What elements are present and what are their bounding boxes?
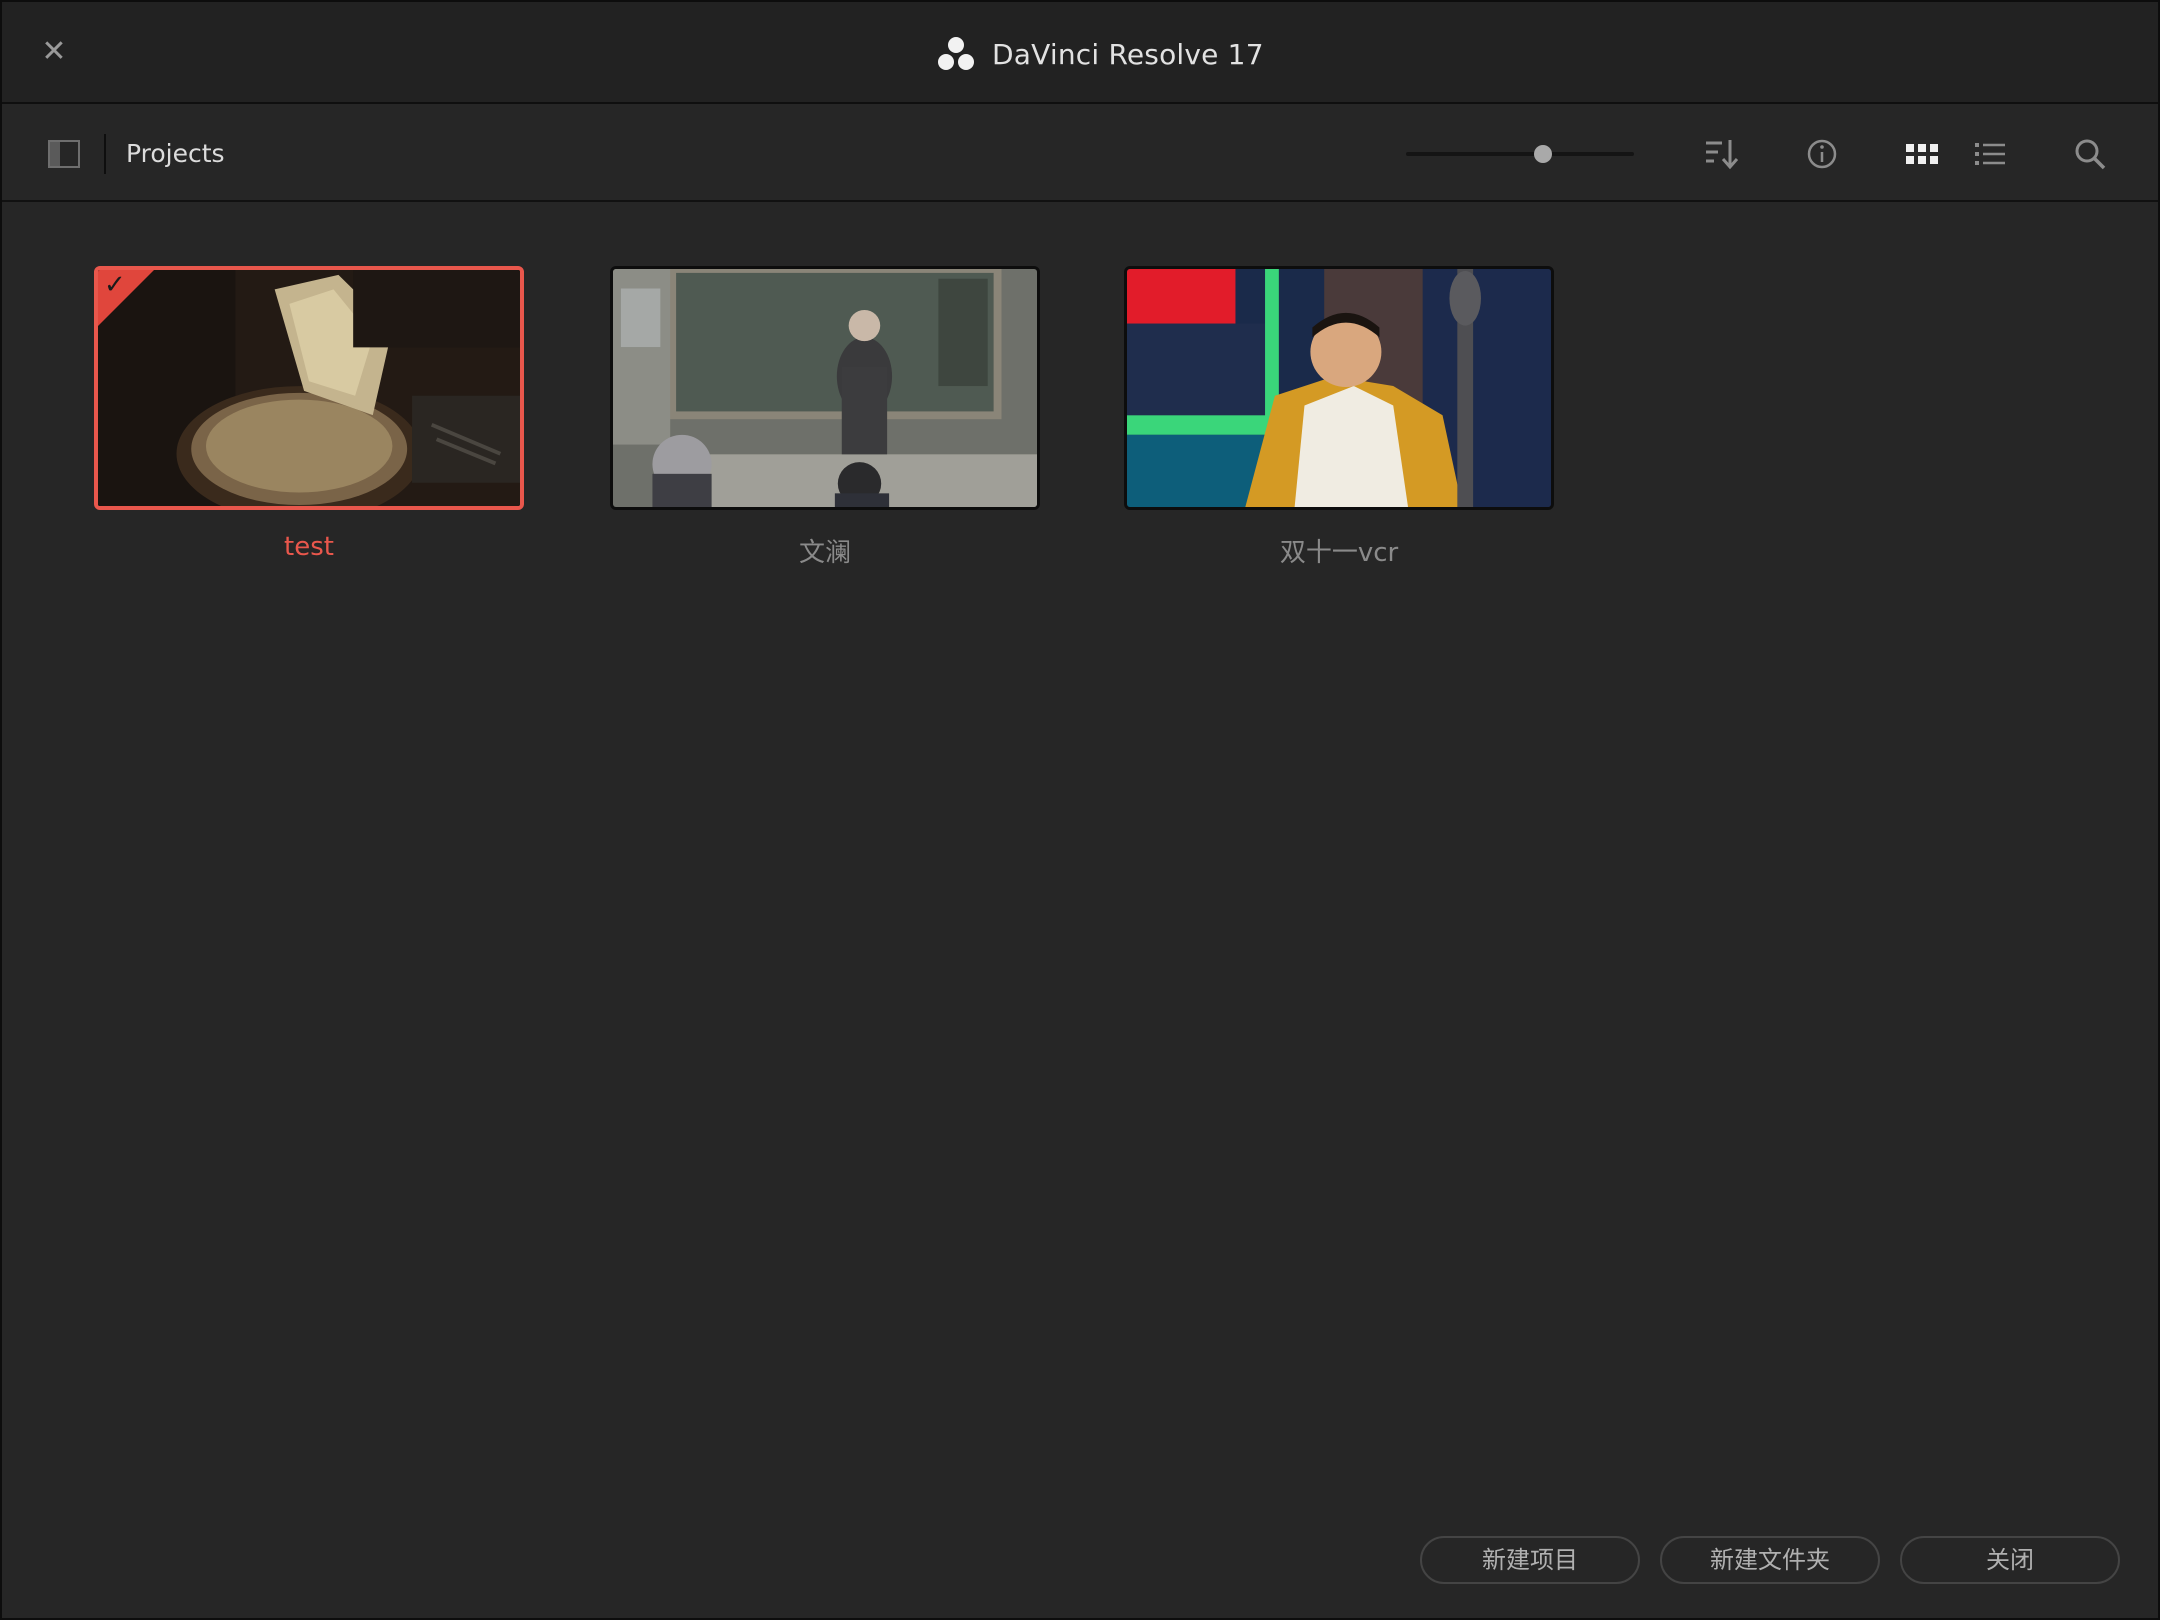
search-icon[interactable] (2070, 134, 2110, 174)
info-icon[interactable] (1802, 134, 1842, 174)
project-thumbnail[interactable]: ✓ (94, 266, 524, 510)
new-folder-button[interactable]: 新建文件夹 (1660, 1536, 1880, 1584)
davinci-logo-icon (938, 37, 974, 70)
checkmark-icon: ✓ (104, 270, 126, 300)
close-icon[interactable]: ✕ (38, 36, 70, 68)
window-title-group: DaVinci Resolve 17 (936, 32, 1264, 76)
list-view-icon[interactable] (1970, 134, 2010, 174)
project-name[interactable]: 双十一vcr (1124, 532, 1554, 569)
toolbar: Projects (2, 106, 2158, 202)
sort-icon[interactable] (1702, 134, 1742, 174)
project-thumbnail[interactable] (1124, 266, 1554, 510)
zoom-slider-thumb[interactable] (1533, 145, 1552, 163)
close-button[interactable]: 关闭 (1900, 1536, 2120, 1584)
grid-view-icon[interactable] (1902, 134, 1942, 174)
project-name[interactable]: test (94, 532, 524, 562)
breadcrumb: Projects (126, 139, 225, 168)
project-name[interactable]: 文澜 (610, 532, 1040, 569)
window-title: DaVinci Resolve 17 (992, 37, 1264, 71)
title-bar: ✕ DaVinci Resolve 17 (2, 2, 2158, 104)
thumbnail-zoom-slider[interactable] (1406, 144, 1634, 164)
project-thumbnail[interactable] (610, 266, 1040, 510)
zoom-slider-track (1406, 152, 1634, 156)
new-project-button[interactable]: 新建项目 (1420, 1536, 1640, 1584)
toolbar-divider (104, 134, 106, 174)
project-manager-window: ✕ DaVinci Resolve 17 Projects ✓ test 文澜 … (0, 0, 2160, 1620)
sidebar-toggle-icon[interactable] (48, 140, 80, 168)
